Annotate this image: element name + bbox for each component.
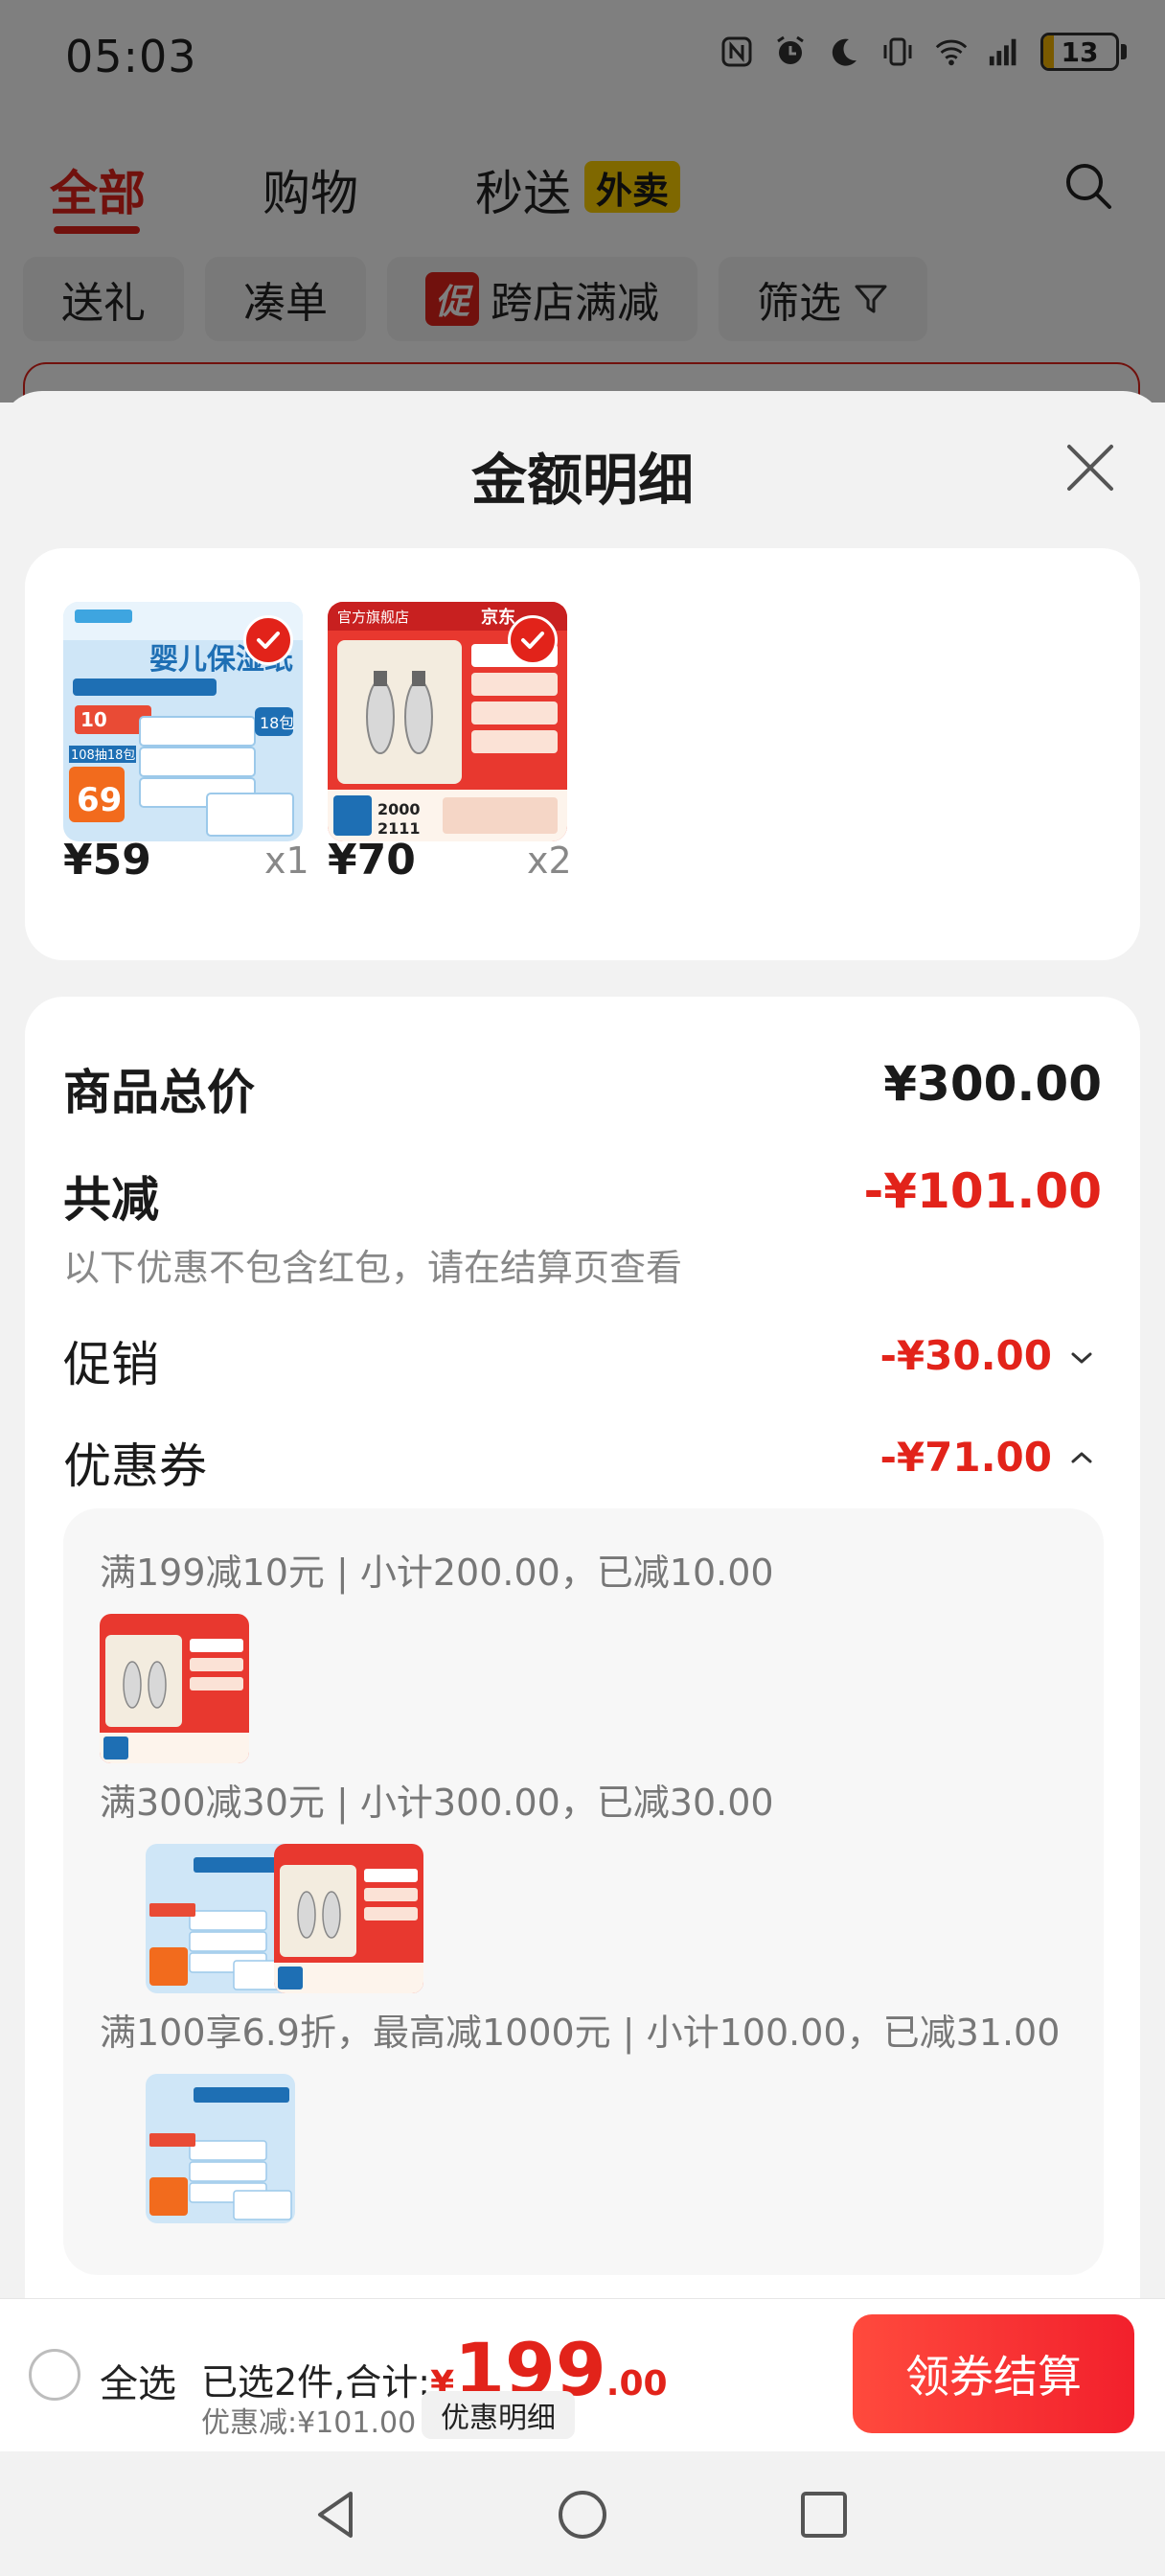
discount-detail-button[interactable]: 优惠明细	[422, 2391, 575, 2439]
svg-text:10: 10	[80, 708, 107, 731]
dim-overlay[interactable]	[0, 0, 1165, 402]
coupon-rule-3: 满100享6.9折，最高减1000元 | 小计100.00，已减31.00	[100, 2012, 1061, 2054]
select-all-label[interactable]: 全选	[100, 2353, 176, 2408]
chevron-up-icon[interactable]	[1067, 1443, 1096, 1472]
coupon-value[interactable]: -¥71.00	[879, 1434, 1052, 1481]
item-price-1: ¥59	[63, 836, 151, 885]
tissue-art-promo: 108抽18包	[71, 748, 135, 763]
checkout-bar: 全选 已选2件,合计: ¥ 199 .00 优惠减:¥101.00 优惠明细 领…	[0, 2298, 1165, 2451]
close-icon[interactable]	[1063, 441, 1117, 494]
back-icon[interactable]	[308, 2486, 366, 2543]
coupon-thumb-wine	[274, 1844, 423, 1993]
wine-art-store: 官方旗舰店	[337, 609, 409, 626]
wine-art-price-a: 2000	[377, 800, 421, 818]
coupon-label[interactable]: 优惠券	[63, 1428, 207, 1497]
checkout-button[interactable]: 领券结算	[853, 2314, 1134, 2433]
selected-check-icon	[243, 615, 293, 665]
coupon-thumb-wine	[100, 1614, 249, 1763]
total-reduce-value: -¥101.00	[863, 1163, 1103, 1219]
recents-icon[interactable]	[795, 2486, 853, 2543]
selected-item-tissue[interactable]: 婴儿保湿纸 10 18包 108抽18包 69	[63, 602, 303, 841]
coupon-rule-2: 满300减30元 | 小计300.00，已减30.00	[100, 1782, 774, 1824]
selected-check-icon	[508, 615, 558, 665]
selected-item-wine[interactable]: 官方旗舰店 京东 2000 2111	[328, 602, 567, 841]
chevron-down-icon[interactable]	[1067, 1344, 1096, 1372]
coupon-rule-1: 满199减10元 | 小计200.00，已减10.00	[100, 1552, 774, 1594]
selected-count-text: 已选2件,合计:	[201, 2361, 431, 2404]
amount-detail-sheet: 金额明细 婴儿保湿纸 10 18包 108抽18包 69 ¥59 x1 官方旗舰…	[0, 391, 1165, 2298]
tissue-art-price: 69	[77, 781, 122, 819]
coupon-breakdown: 满199减10元 | 小计200.00，已减10.00 满300减30元 | 小…	[63, 1508, 1104, 2275]
wine-art-brand: 京东	[481, 607, 515, 628]
tissue-art-count: 18包	[260, 714, 294, 732]
coupon-thumb-tissue	[146, 2074, 295, 2223]
discount-summary: 优惠减:¥101.00	[201, 2406, 417, 2440]
sheet-title: 金额明细	[470, 448, 694, 513]
home-icon[interactable]	[554, 2486, 611, 2543]
total-decimal: .00	[605, 2364, 668, 2404]
item-qty-1: x1	[264, 840, 309, 882]
selected-items-card: 婴儿保湿纸 10 18包 108抽18包 69 ¥59 x1 官方旗舰店 京东 …	[25, 548, 1140, 960]
amount-detail-card: 商品总价 ¥300.00 共减 -¥101.00 以下优惠不包含红包，请在结算页…	[25, 997, 1140, 2298]
reduce-note: 以下优惠不包含红包，请在结算页查看	[63, 1247, 683, 1289]
coupon-thumb-tissue	[146, 1844, 295, 1993]
product-image-wine: 官方旗舰店 京东 2000 2111	[328, 602, 567, 841]
promo-value[interactable]: -¥30.00	[879, 1332, 1052, 1379]
system-nav-bar	[0, 2451, 1165, 2576]
promo-label[interactable]: 促销	[63, 1326, 159, 1395]
product-image-tissue: 婴儿保湿纸 10 18包 108抽18包 69	[63, 602, 303, 841]
total-reduce-label: 共减	[63, 1172, 159, 1228]
item-qty-2: x2	[527, 840, 572, 882]
item-price-2: ¥70	[328, 836, 416, 885]
select-all-radio[interactable]	[29, 2349, 80, 2401]
total-price-label: 商品总价	[63, 1065, 255, 1120]
total-price-value: ¥300.00	[883, 1056, 1102, 1112]
